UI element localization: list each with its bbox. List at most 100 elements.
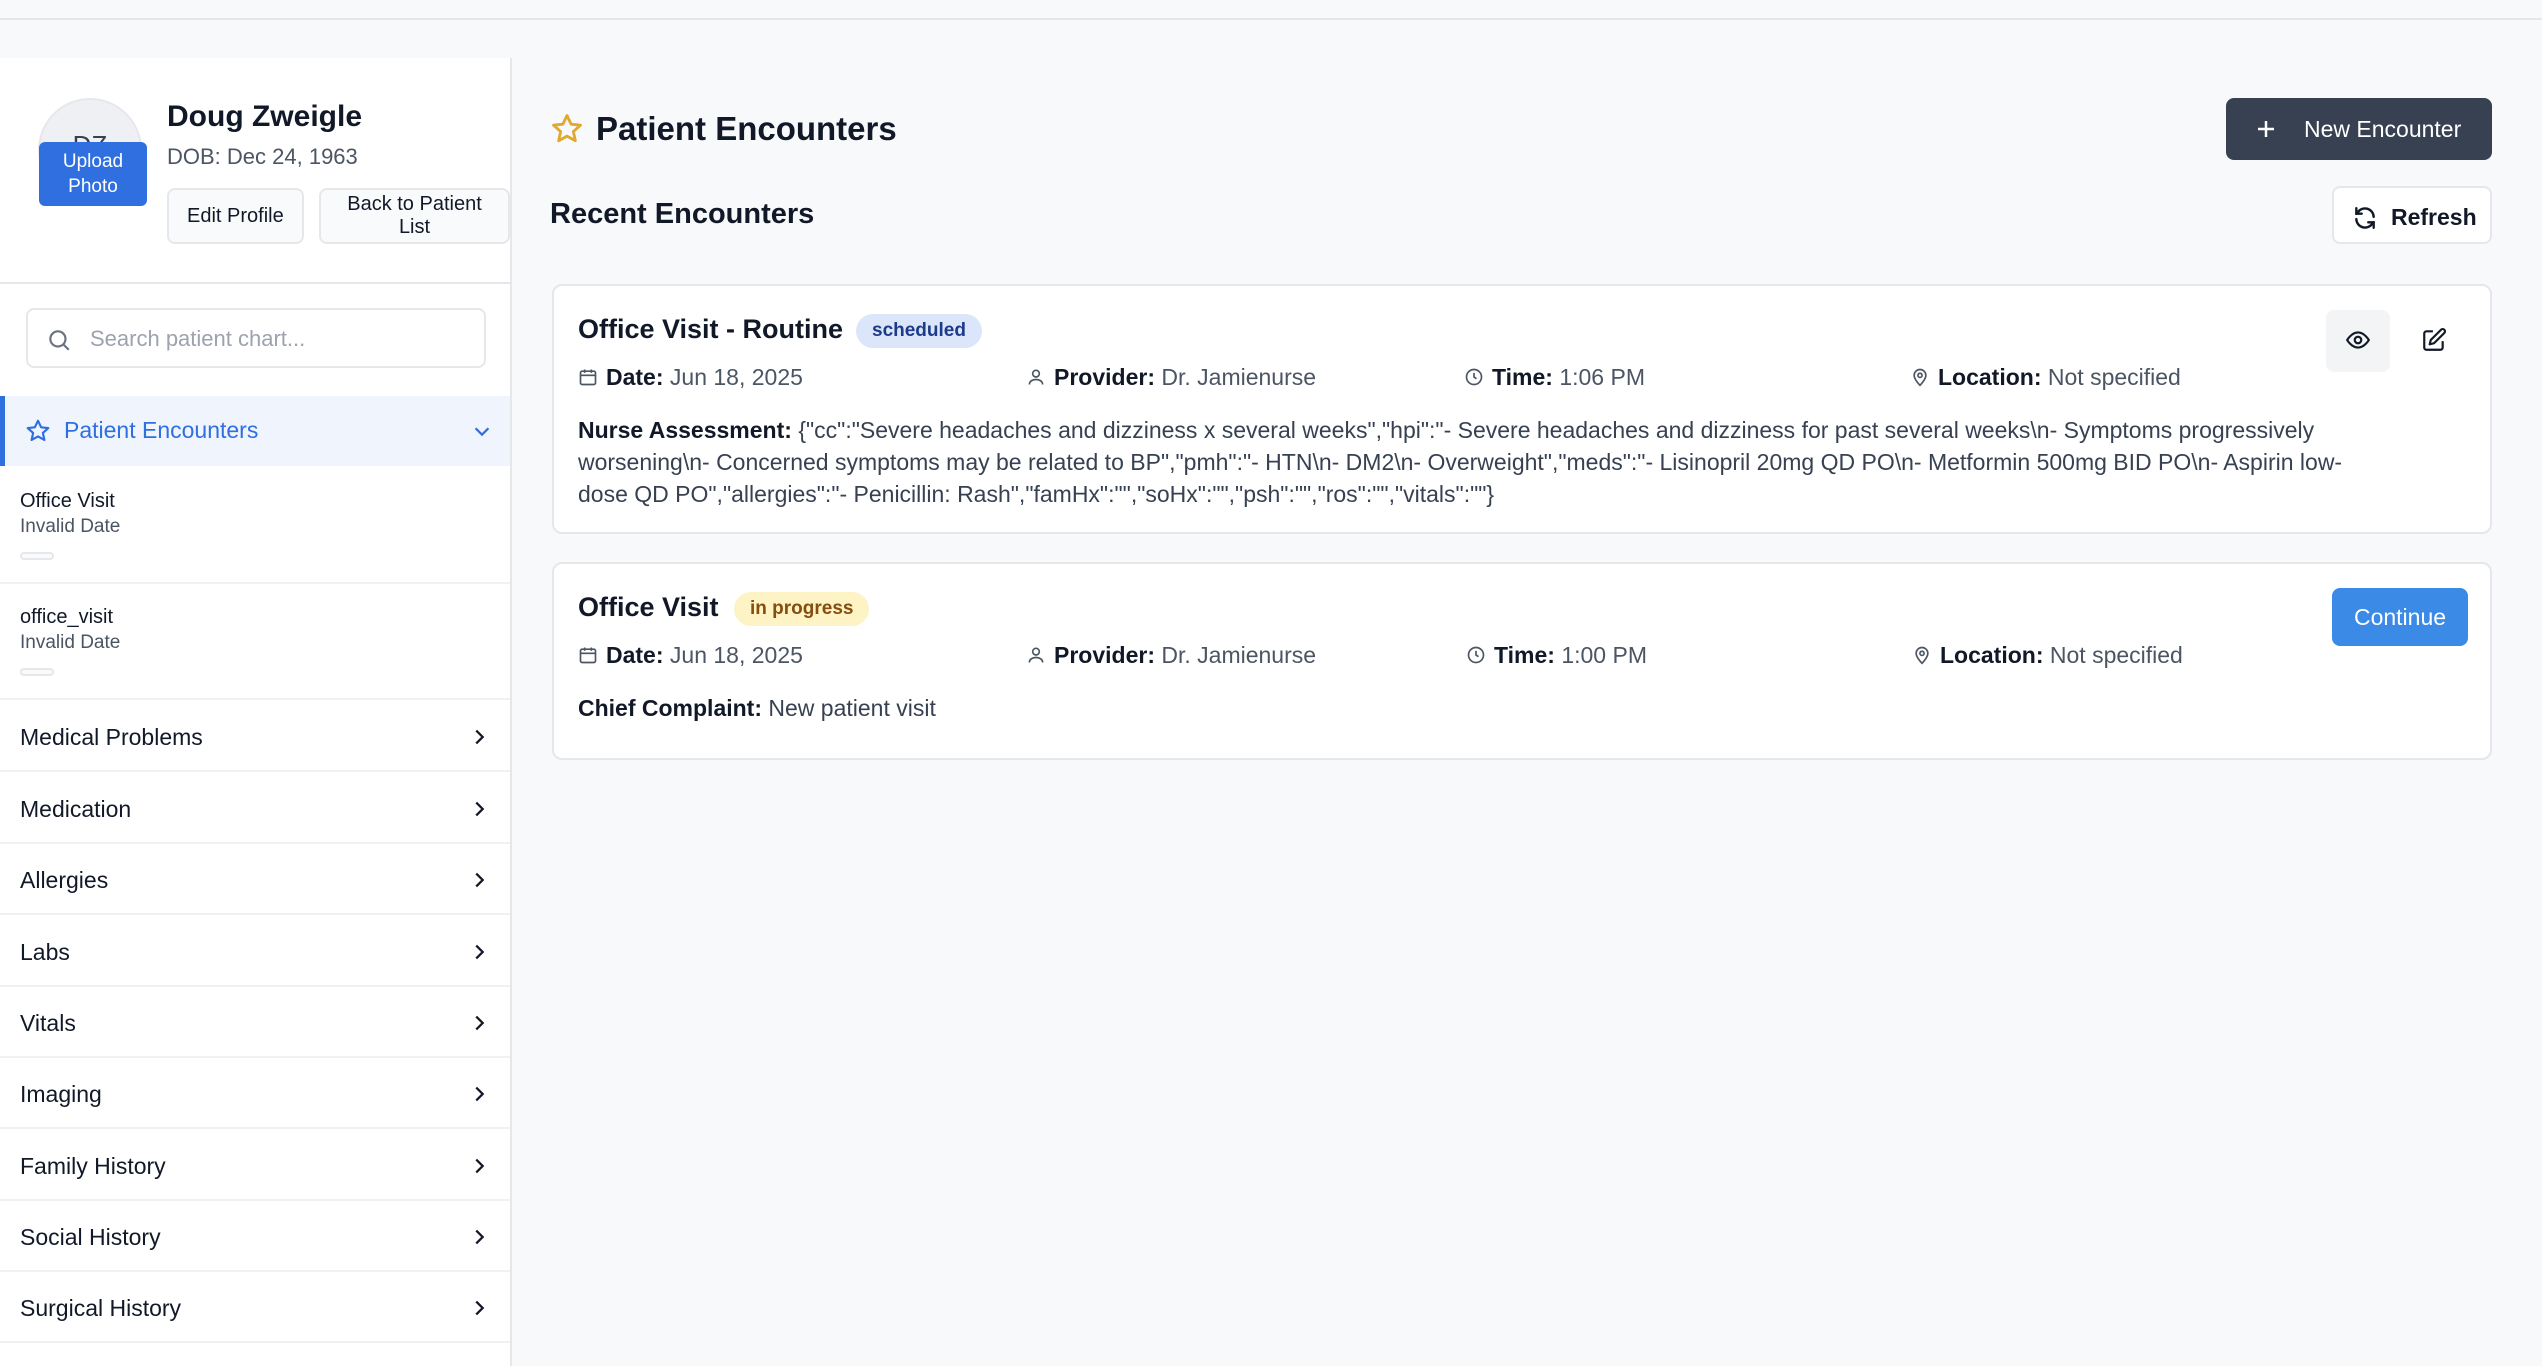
sidebar-item-family-history[interactable]: Family History <box>0 1131 510 1201</box>
chevron-right-icon <box>468 941 490 968</box>
chevron-right-icon <box>468 869 490 896</box>
encounter-item-title: Office Visit <box>20 490 115 512</box>
encounter-card: Office Visit in progress Date: Jun 18, 2… <box>552 562 2492 760</box>
encounter-date: Date: Jun 18, 2025 <box>578 642 803 669</box>
status-badge: in progress <box>734 592 870 626</box>
date-value: Jun 18, 2025 <box>669 364 803 390</box>
date-value: Jun 18, 2025 <box>669 642 803 668</box>
map-pin-icon <box>1915 646 1929 665</box>
star-icon <box>25 418 51 449</box>
date-label: Date: <box>606 642 664 668</box>
encounter-list-item[interactable]: office_visit Invalid Date <box>0 584 510 700</box>
sidebar-item-label: Labs <box>20 939 70 965</box>
location-value: Not specified <box>2049 642 2183 668</box>
chevron-right-icon <box>468 726 490 753</box>
time-value: 1:00 PM <box>1561 642 1647 668</box>
encounter-provider: Provider: Dr. Jamienurse <box>1026 642 1316 669</box>
encounter-item-title: office_visit <box>20 606 114 628</box>
chevron-right-icon <box>468 798 490 825</box>
patient-dob: DOB: Dec 24, 1963 <box>167 144 358 169</box>
encounter-location: Location: Not specified <box>1912 642 2183 669</box>
refresh-button[interactable]: Refresh <box>2332 186 2492 244</box>
recent-encounters-heading: Recent Encounters <box>550 198 815 230</box>
refresh-icon <box>2352 205 2378 237</box>
encounter-list-item[interactable]: Office Visit Invalid Date <box>0 468 510 584</box>
encounter-item-tag <box>20 668 54 676</box>
provider-value: Dr. Jamienurse <box>1161 642 1317 668</box>
sidebar-item-labs[interactable]: Labs <box>0 917 510 987</box>
calendar-icon <box>579 369 597 386</box>
page-title-text: Patient Encounters <box>596 110 897 147</box>
new-encounter-label: New Encounter <box>2304 116 2462 142</box>
note-label: Nurse Assessment: <box>578 417 792 443</box>
encounter-time: Time: 1:00 PM <box>1466 642 1647 669</box>
sidebar-item-label: Surgical History <box>20 1295 182 1321</box>
eye-icon <box>2345 330 2371 356</box>
provider-value: Dr. Jamienurse <box>1161 364 1317 390</box>
encounter-date: Date: Jun 18, 2025 <box>578 364 803 391</box>
encounter-item-date: Invalid Date <box>20 516 121 537</box>
clock-icon <box>1465 368 1483 386</box>
date-label: Date: <box>606 364 664 390</box>
upload-photo-button[interactable]: Upload Photo <box>39 142 147 206</box>
chevron-right-icon <box>468 1297 490 1324</box>
note-text: {"cc":"Severe headaches and dizziness x … <box>578 417 2343 507</box>
edit-encounter-button[interactable] <box>2402 310 2466 372</box>
chevron-right-icon <box>468 1155 490 1182</box>
status-badge: scheduled <box>856 314 982 348</box>
plus-icon <box>2254 117 2278 147</box>
sidebar-item-label: Patient Encounters <box>64 417 259 443</box>
sidebar-item-label: Vitals <box>20 1010 76 1036</box>
sidebar-item-medication[interactable]: Medication <box>0 774 510 844</box>
time-label: Time: <box>1492 364 1553 390</box>
chief-complaint: Chief Complaint: New patient visit <box>578 692 2408 724</box>
sidebar-item-label: Family History <box>20 1153 166 1179</box>
sidebar-item-label: Allergies <box>20 867 109 893</box>
patient-sidebar: DZ Upload Photo Doug Zweigle DOB: Dec 24… <box>0 58 512 1366</box>
sidebar-item-imaging[interactable]: Imaging <box>0 1059 510 1129</box>
view-encounter-button[interactable] <box>2326 310 2390 372</box>
search-input[interactable] <box>90 320 470 358</box>
calendar-icon <box>579 647 597 664</box>
time-label: Time: <box>1494 642 1555 668</box>
provider-label: Provider: <box>1054 642 1155 668</box>
sidebar-item-label: Imaging <box>20 1081 102 1107</box>
location-value: Not specified <box>2047 364 2181 390</box>
encounter-title: Office Visit <box>578 592 719 622</box>
sidebar-item-allergies[interactable]: Allergies <box>0 845 510 915</box>
search-chart[interactable] <box>26 308 486 368</box>
continue-button[interactable]: Continue <box>2332 588 2468 646</box>
sidebar-item-label: Social History <box>20 1224 161 1250</box>
edit-profile-button[interactable]: Edit Profile <box>167 188 304 244</box>
sidebar-item-social-history[interactable]: Social History <box>0 1202 510 1272</box>
encounter-card: Office Visit - Routine scheduled Date: J… <box>552 284 2492 534</box>
location-label: Location: <box>1940 642 2044 668</box>
chevron-right-icon <box>468 1226 490 1253</box>
note-text: New patient visit <box>768 695 936 721</box>
map-pin-icon <box>1913 368 1927 387</box>
chevron-right-icon <box>468 1083 490 1110</box>
location-label: Location: <box>1938 364 2042 390</box>
new-encounter-button[interactable]: New Encounter <box>2226 98 2492 160</box>
search-icon <box>46 327 72 358</box>
top-bar <box>0 0 2542 20</box>
refresh-label: Refresh <box>2391 204 2477 230</box>
back-to-patient-list-button[interactable]: Back to Patient List <box>319 188 510 244</box>
sidebar-item-vitals[interactable]: Vitals <box>0 988 510 1058</box>
user-icon <box>1028 647 1044 663</box>
chevron-right-icon <box>468 1012 490 1039</box>
sidebar-item-patient-encounters[interactable]: Patient Encounters <box>0 396 510 466</box>
sidebar-item-label: Medication <box>20 796 132 822</box>
patient-name: Doug Zweigle <box>167 100 362 133</box>
clock-icon <box>1467 646 1485 664</box>
encounter-item-date: Invalid Date <box>20 632 121 653</box>
sidebar-item-medical-problems[interactable]: Medical Problems <box>0 702 510 772</box>
user-icon <box>1028 369 1044 385</box>
encounter-provider: Provider: Dr. Jamienurse <box>1026 364 1316 391</box>
note-label: Chief Complaint: <box>578 695 762 721</box>
encounter-item-tag <box>20 552 54 560</box>
encounter-title: Office Visit - Routine <box>578 314 844 344</box>
sidebar-item-surgical-history[interactable]: Surgical History <box>0 1273 510 1343</box>
star-icon <box>550 112 584 151</box>
encounter-time: Time: 1:06 PM <box>1464 364 1645 391</box>
